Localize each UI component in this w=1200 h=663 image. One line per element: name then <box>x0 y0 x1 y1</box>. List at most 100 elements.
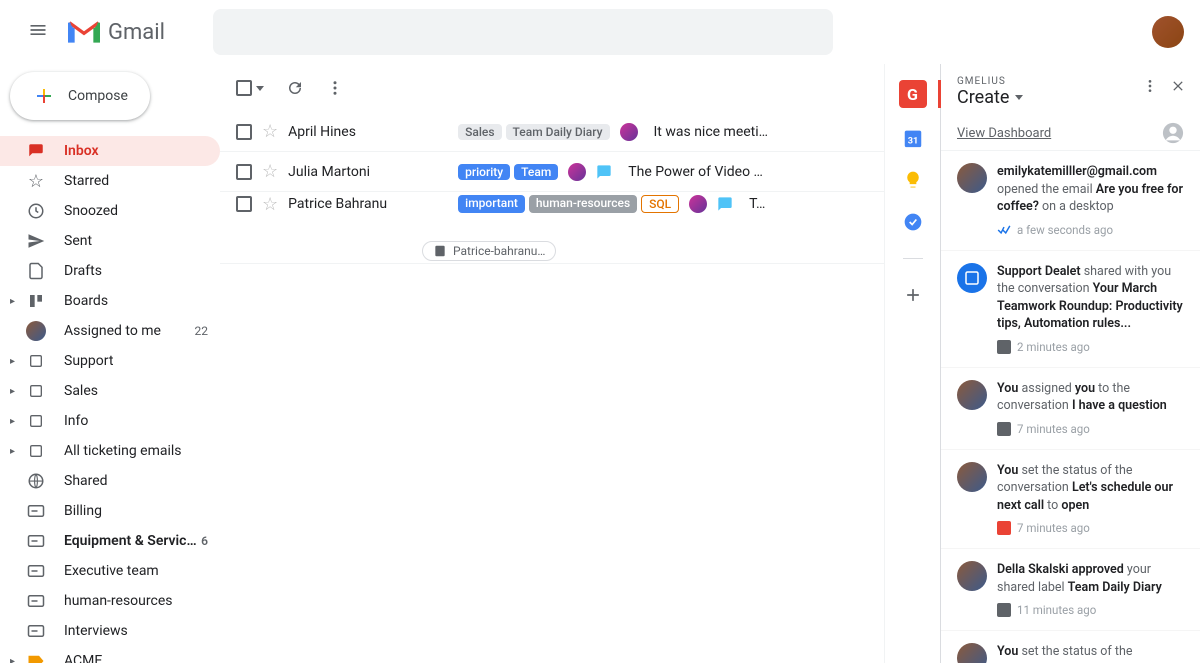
nav-icon <box>26 472 46 490</box>
email-sender: April Hines <box>288 124 448 140</box>
feed-text: Support Dealet shared with you the conve… <box>997 263 1184 333</box>
sidebar-item-human-resources[interactable]: human-resources <box>0 586 220 616</box>
nav-icon <box>26 443 46 459</box>
sidebar-item-equipment-servic-[interactable]: Equipment & Servic…6 <box>0 526 220 556</box>
email-checkbox[interactable] <box>236 196 252 212</box>
user-avatar[interactable] <box>1152 16 1184 48</box>
email-subject: T… <box>749 196 765 212</box>
sidebar-item-billing[interactable]: Billing <box>0 496 220 526</box>
email-subject: The Power of Video … <box>628 164 763 180</box>
select-dropdown[interactable] <box>256 86 264 91</box>
sidebar: Compose Inbox☆StarredSnoozedSentDrafts▸B… <box>0 64 220 663</box>
panel-more-icon[interactable] <box>1142 78 1158 94</box>
calendar-rail-icon[interactable]: 31 <box>901 126 925 150</box>
sidebar-item-interviews[interactable]: Interviews <box>0 616 220 646</box>
sender-avatar <box>620 123 638 141</box>
email-row[interactable]: ☆April HinesSalesTeam Daily DiaryIt was … <box>220 112 884 152</box>
nav-icon <box>26 624 46 638</box>
sidebar-item-all-ticketing-emails[interactable]: ▸All ticketing emails <box>0 436 220 466</box>
refresh-icon[interactable] <box>286 79 304 97</box>
feed-meta-icon <box>997 223 1011 237</box>
nav-icon <box>26 262 46 280</box>
feed-avatar <box>957 561 987 591</box>
feed-text: Della Skalski approved your shared label… <box>997 561 1184 596</box>
tasks-rail-icon[interactable] <box>901 210 925 234</box>
nav-icon <box>26 383 46 399</box>
sidebar-item-acme[interactable]: ▸ACME <box>0 646 220 663</box>
email-checkbox[interactable] <box>236 124 252 140</box>
sidebar-item-drafts[interactable]: Drafts <box>0 256 220 286</box>
menu-button[interactable] <box>16 8 60 56</box>
email-row[interactable]: ☆Patrice Bahranuimportanthuman-resources… <box>220 192 884 264</box>
nav-icon <box>26 504 46 518</box>
feed-text: You assigned you to the conversation I h… <box>997 380 1184 415</box>
feed-meta-icon <box>997 340 1011 354</box>
view-dashboard-link[interactable]: View Dashboard <box>941 116 1200 151</box>
email-tag: Team Daily Diary <box>506 124 610 140</box>
feed-item[interactable]: You set the status of the conversation L… <box>941 450 1200 550</box>
caret-down-icon <box>1015 95 1023 100</box>
select-all-checkbox[interactable] <box>236 80 252 96</box>
chat-icon <box>596 164 612 180</box>
plus-icon <box>32 84 56 108</box>
feed-item[interactable]: You assigned you to the conversation I h… <box>941 368 1200 450</box>
search-input[interactable] <box>213 9 833 55</box>
sidebar-item-starred[interactable]: ☆Starred <box>0 166 220 196</box>
feed-item[interactable]: Della Skalski approved your shared label… <box>941 549 1200 631</box>
attachment-chip[interactable]: Patrice-bahranu… <box>422 241 556 261</box>
more-icon[interactable] <box>326 79 344 97</box>
sidebar-item-shared[interactable]: Shared <box>0 466 220 496</box>
sidebar-item-snoozed[interactable]: Snoozed <box>0 196 220 226</box>
add-rail-icon[interactable] <box>901 283 925 307</box>
email-sender: Julia Martoni <box>288 164 448 180</box>
compose-button[interactable]: Compose <box>10 72 150 120</box>
feed-meta-icon <box>997 603 1011 617</box>
hamburger-icon <box>28 20 48 40</box>
compose-label: Compose <box>68 88 128 104</box>
feed-item[interactable]: emilykatemilller@gmail.com opened the em… <box>941 151 1200 251</box>
email-row[interactable]: ☆ Julia Martoni priorityTeam The Power of V… <box>220 152 884 192</box>
nav-icon <box>26 293 46 309</box>
nav-icon <box>26 534 46 548</box>
star-icon[interactable]: ☆ <box>262 194 278 215</box>
feed-avatar <box>957 163 987 193</box>
sidebar-item-boards[interactable]: ▸Boards <box>0 286 220 316</box>
nav-icon <box>26 594 46 608</box>
sidebar-item-sent[interactable]: Sent <box>0 226 220 256</box>
email-tag: Team <box>514 164 558 180</box>
feed-timestamp: 2 minutes ago <box>997 339 1184 355</box>
feed-text: emilykatemilller@gmail.com opened the em… <box>997 163 1184 216</box>
gmail-logo[interactable]: Gmail <box>68 20 165 45</box>
svg-text:31: 31 <box>907 137 918 147</box>
email-tag: SQL <box>641 195 679 213</box>
sidebar-item-assigned-to-me[interactable]: Assigned to me22 <box>0 316 220 346</box>
toolbar <box>220 64 884 112</box>
sidebar-item-sales[interactable]: ▸Sales <box>0 376 220 406</box>
star-icon[interactable]: ☆ <box>262 161 278 182</box>
sidebar-item-executive-team[interactable]: Executive team <box>0 556 220 586</box>
gmail-icon <box>68 20 100 44</box>
sender-avatar <box>568 163 586 181</box>
feed-timestamp: 7 minutes ago <box>997 520 1184 536</box>
nav-icon <box>26 321 46 341</box>
person-icon <box>1162 122 1184 144</box>
logo-text: Gmail <box>108 20 165 45</box>
star-icon[interactable]: ☆ <box>262 121 278 142</box>
keep-rail-icon[interactable] <box>901 168 925 192</box>
sidebar-item-support[interactable]: ▸Support <box>0 346 220 376</box>
gmelius-panel: GMELIUS Create View Dashboard emilykatem… <box>940 64 1200 663</box>
nav-icon <box>26 564 46 578</box>
email-checkbox[interactable] <box>236 164 252 180</box>
nav-icon <box>26 232 46 250</box>
nav-icon <box>26 202 46 220</box>
panel-close-icon[interactable] <box>1170 78 1186 94</box>
feed-item[interactable]: You set the status of the conversation A… <box>941 631 1200 663</box>
right-rail: G 31 <box>884 64 940 663</box>
feed-item[interactable]: Support Dealet shared with you the conve… <box>941 251 1200 368</box>
gmelius-rail-icon[interactable]: G <box>899 80 927 108</box>
email-tag: priority <box>458 164 510 180</box>
sidebar-item-info[interactable]: ▸Info <box>0 406 220 436</box>
email-sender: Patrice Bahranu <box>288 196 448 212</box>
email-list: ☆April HinesSalesTeam Daily DiaryIt was … <box>220 112 884 264</box>
sidebar-item-inbox[interactable]: Inbox <box>0 136 220 166</box>
